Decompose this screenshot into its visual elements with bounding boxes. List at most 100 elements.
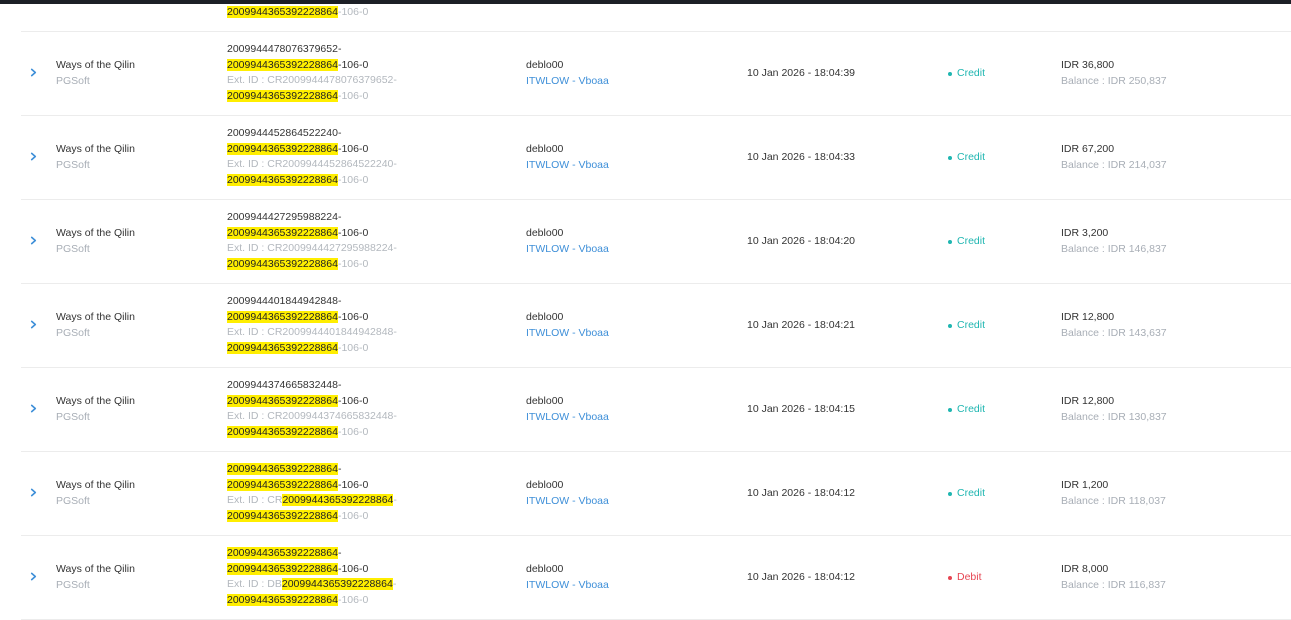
- provider-name: PGSoft: [56, 326, 90, 339]
- tx-highlight: 2009944365392228864: [227, 310, 338, 323]
- agent-link[interactable]: ITWLOW - Vboaa: [526, 410, 609, 426]
- tx-id-tail: 2009944365392228864-106-0: [227, 5, 368, 21]
- amount-cell: IDR 1,200 Balance : IDR 118,037: [1061, 478, 1166, 509]
- amount-cell: IDR 12,800 Balance : IDR 143,637: [1061, 310, 1167, 341]
- ext-label: Ext. ID :: [227, 326, 268, 339]
- ext-id-line-1: Ext. ID : CR2009944401844942848-: [227, 325, 397, 341]
- amount-cell: IDR 3,200 Balance : IDR 146,837: [1061, 226, 1167, 257]
- tx-id-line-1: 2009944401844942848-: [227, 294, 397, 310]
- tx-id-line-1: 2009944374665832448-: [227, 378, 397, 394]
- amount: IDR 12,800: [1061, 395, 1115, 407]
- tx-highlight: 2009944365392228864: [227, 394, 338, 407]
- expand-row-button[interactable]: [26, 485, 40, 499]
- balance: Balance : IDR 116,837: [1061, 578, 1166, 591]
- ext-id-line-2: 2009944365392228864-106-0: [227, 425, 397, 441]
- ext-prefix: CR2009944452864522240-: [267, 158, 397, 171]
- tx-id-line-1: 2009944365392228864-: [227, 546, 396, 562]
- ext-prefix-highlight: 2009944365392228864: [282, 494, 394, 507]
- datetime: 10 Jan 2026 - 18:04:21: [747, 319, 856, 331]
- status-label: Credit: [957, 235, 986, 247]
- ext-prefix: CR2009944401844942848-: [267, 326, 397, 339]
- table-row[interactable]: Ways of the Qilin PGSoft 200994442729598…: [21, 200, 1291, 284]
- ext-suffix: -106-0: [337, 593, 369, 606]
- tx-suffix: -106-0: [337, 226, 369, 239]
- ext-suffix: -106-0: [337, 341, 369, 354]
- user-cell: deblo00 ITWLOW - Vboaa: [526, 394, 609, 425]
- status-badge: Credit: [948, 486, 985, 502]
- balance: Balance : IDR 214,037: [1061, 158, 1167, 171]
- tx-suffix: -106-0: [337, 478, 369, 491]
- game-cell: Ways of the Qilin PGSoft: [56, 142, 135, 173]
- provider-name: PGSoft: [56, 158, 90, 171]
- table-row[interactable]: Ways of the Qilin PGSoft 200994447807637…: [21, 32, 1291, 116]
- expand-row-button[interactable]: [26, 233, 40, 247]
- ext-label: Ext. ID :: [227, 410, 268, 423]
- game-name: Ways of the Qilin: [56, 59, 135, 71]
- tx-id-line-1: 2009944365392228864-: [227, 462, 397, 478]
- username: deblo00: [526, 143, 564, 155]
- expand-row-button[interactable]: [26, 569, 40, 583]
- tx-id-line-1: 2009944452864522240-: [227, 126, 397, 142]
- game-cell: Ways of the Qilin PGSoft: [56, 478, 135, 509]
- ext-highlight: 2009944365392228864: [227, 425, 338, 438]
- status-badge: Credit: [948, 402, 985, 418]
- tx-suffix: -106-0: [337, 562, 369, 575]
- status-label: Debit: [957, 571, 982, 583]
- amount: IDR 36,800: [1061, 59, 1115, 71]
- tx-id-line-2: 2009944365392228864-106-0: [227, 58, 397, 74]
- username: deblo00: [526, 479, 564, 491]
- table-row[interactable]: Ways of the Qilin PGSoft 200994436539222…: [21, 536, 1291, 620]
- amount-cell: IDR 12,800 Balance : IDR 130,837: [1061, 394, 1167, 425]
- table-row[interactable]: Ways of the Qilin PGSoft 200994445286452…: [21, 116, 1291, 200]
- agent-link[interactable]: ITWLOW - Vboaa: [526, 74, 609, 90]
- agent-link[interactable]: ITWLOW - Vboaa: [526, 158, 609, 174]
- transaction-id-cell: 2009944478076379652- 2009944365392228864…: [227, 42, 397, 104]
- chevron-right-icon: [30, 572, 36, 580]
- expand-row-button[interactable]: [26, 65, 40, 79]
- expand-row-button[interactable]: [26, 401, 40, 415]
- tx-prefix: 2009944374665832448-: [227, 379, 342, 391]
- datetime: 10 Jan 2026 - 18:04:12: [747, 571, 856, 583]
- chevron-right-icon: [30, 68, 36, 76]
- ext-prefix: CR2009944478076379652-: [267, 74, 397, 87]
- table-row[interactable]: Ways of the Qilin PGSoft 200994440184494…: [21, 284, 1291, 368]
- ext-prefix: DB: [267, 578, 282, 591]
- tx-prefix-tail: -: [337, 547, 342, 559]
- amount-cell: IDR 8,000 Balance : IDR 116,837: [1061, 562, 1166, 593]
- ext-label: Ext. ID :: [227, 578, 268, 591]
- ext-id-line-1: Ext. ID : CR2009944452864522240-: [227, 157, 397, 173]
- expand-row-button[interactable]: [26, 149, 40, 163]
- agent-link[interactable]: ITWLOW - Vboaa: [526, 242, 609, 258]
- ext-prefix: CR2009944427295988224-: [267, 242, 397, 255]
- agent-link[interactable]: ITWLOW - Vboaa: [526, 326, 609, 342]
- table-row[interactable]: Ways of the Qilin PGSoft 200994437466583…: [21, 368, 1291, 452]
- status-badge: Credit: [948, 318, 985, 334]
- ext-id-line-2: 2009944365392228864-106-0: [227, 173, 397, 189]
- ext-suffix: -106-0: [337, 89, 369, 102]
- game-name: Ways of the Qilin: [56, 479, 135, 491]
- ext-id-line-1: Ext. ID : CR2009944478076379652-: [227, 73, 397, 89]
- username: deblo00: [526, 59, 564, 71]
- chevron-right-icon: [30, 320, 36, 328]
- amount: IDR 12,800: [1061, 311, 1115, 323]
- balance: Balance : IDR 146,837: [1061, 242, 1167, 255]
- tx-id-line-1: 2009944478076379652-: [227, 42, 397, 58]
- user-cell: deblo00 ITWLOW - Vboaa: [526, 226, 609, 257]
- agent-link[interactable]: ITWLOW - Vboaa: [526, 494, 609, 510]
- chevron-right-icon: [30, 152, 36, 160]
- amount: IDR 3,200: [1061, 227, 1109, 239]
- username: deblo00: [526, 563, 564, 575]
- transaction-id-cell: 2009944374665832448- 2009944365392228864…: [227, 378, 397, 440]
- tx-prefix: 2009944452864522240-: [227, 127, 342, 139]
- status-badge: Credit: [948, 66, 985, 82]
- ext-id-line-2: 2009944365392228864-106-0: [227, 509, 397, 525]
- ext-prefix-highlight: 2009944365392228864: [281, 578, 393, 591]
- table-row[interactable]: Ways of the Qilin PGSoft 200994436539222…: [21, 452, 1291, 536]
- ext-suffix: -106-0: [337, 425, 369, 438]
- tx-prefix: 2009944401844942848-: [227, 295, 342, 307]
- tx-highlight: 2009944365392228864: [227, 562, 338, 575]
- status-label: Credit: [957, 487, 986, 499]
- expand-row-button[interactable]: [26, 317, 40, 331]
- tx-prefix-tail: -: [337, 463, 342, 475]
- agent-link[interactable]: ITWLOW - Vboaa: [526, 578, 609, 594]
